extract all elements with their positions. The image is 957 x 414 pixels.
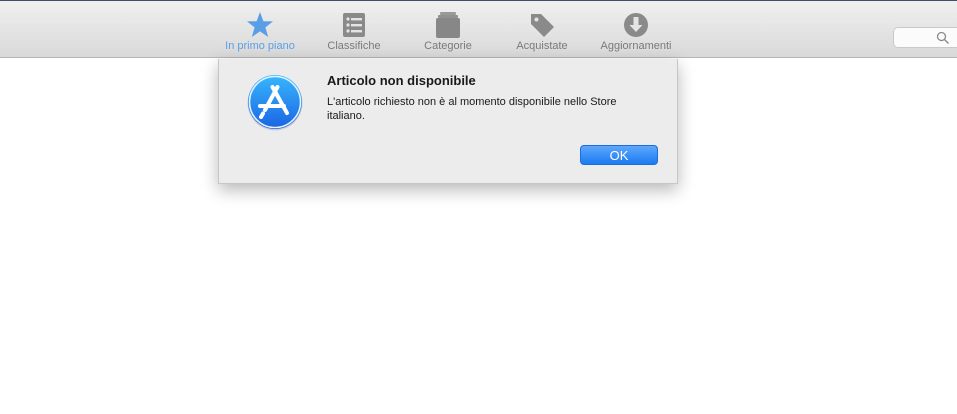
tab-label: Categorie	[424, 40, 472, 52]
tab-label: Acquistate	[516, 40, 568, 52]
tab-label: In primo piano	[225, 40, 295, 52]
tab-aggiornamenti[interactable]: Aggiornamenti	[586, 11, 686, 55]
tab-label: Aggiornamenti	[600, 40, 672, 52]
download-icon	[624, 13, 648, 37]
dialog-message: L'articolo richiesto non è al momento di…	[327, 96, 617, 122]
star-icon	[247, 12, 273, 37]
dialog-title: Articolo non disponibile	[327, 73, 476, 88]
tab-acquistate[interactable]: Acquistate	[492, 11, 592, 55]
tag-icon	[531, 14, 554, 37]
app-store-icon	[247, 75, 303, 131]
list-icon	[343, 13, 365, 37]
alert-dialog: Articolo non disponibile L'articolo rich…	[218, 59, 678, 184]
search-field[interactable]	[893, 27, 957, 48]
stack-icon	[436, 12, 460, 38]
app-store-window: In primo piano Classifiche Categorie Acq…	[0, 0, 957, 414]
tab-classifiche[interactable]: Classifiche	[304, 11, 404, 55]
tab-categorie[interactable]: Categorie	[398, 11, 498, 55]
search-icon	[936, 31, 949, 44]
toolbar: In primo piano Classifiche Categorie Acq…	[0, 0, 957, 58]
ok-button[interactable]: OK	[580, 145, 658, 165]
tab-label: Classifiche	[327, 40, 381, 52]
tab-in-primo-piano[interactable]: In primo piano	[210, 11, 310, 55]
